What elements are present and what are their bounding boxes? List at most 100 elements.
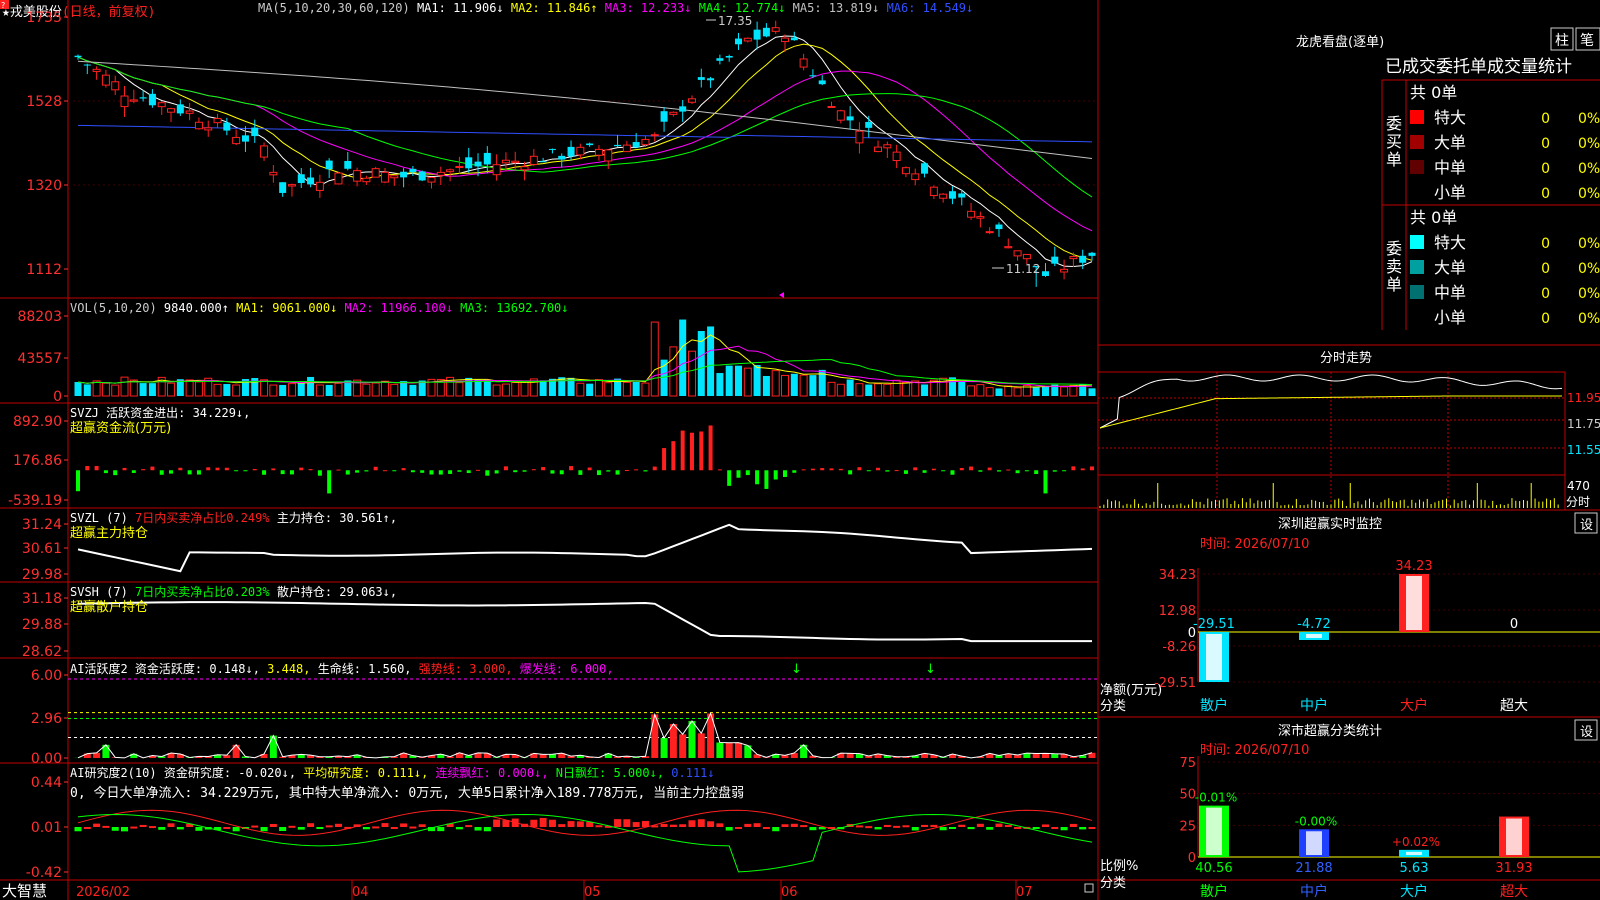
header-segment: 7日内买卖净占比0.249% (135, 510, 277, 525)
corner-badge[interactable]: ? (1, 1, 5, 10)
svzj-bar (699, 431, 704, 471)
sz-stats-title: 深市超赢分类统计 (1278, 723, 1382, 739)
dt-total: 共 0单 (1410, 83, 1457, 102)
research-bar (744, 823, 752, 827)
svzj-bar (345, 470, 350, 475)
research-bar (762, 827, 770, 829)
svzj-bar (820, 468, 825, 471)
volume-bar (650, 321, 659, 397)
candle-body (287, 184, 296, 187)
candle-body (344, 160, 352, 169)
dt-row-count: 0 (1541, 186, 1550, 202)
dt-row-count: 0 (1541, 136, 1550, 152)
volume-bar (213, 383, 222, 397)
svzj-bar (466, 470, 471, 474)
dt-side-label-char: 卖 (1386, 257, 1402, 276)
svzj-bar (1024, 470, 1029, 472)
candle-body (483, 152, 491, 165)
dt-row-count: 0 (1541, 161, 1550, 177)
research-bar (632, 822, 640, 827)
candle-body (865, 121, 873, 128)
svzj-bar (1043, 470, 1048, 494)
research-bar (474, 827, 482, 831)
dt-total: 共 0单 (1410, 208, 1457, 227)
svzj-bar (801, 469, 806, 471)
svzj-bar (857, 467, 862, 471)
research-bar (372, 826, 380, 829)
candle-body (390, 175, 399, 179)
volume-bar (120, 376, 129, 397)
volume-bar (129, 379, 138, 397)
header-segment: 0.111↓ (671, 766, 714, 780)
research-bar (855, 825, 863, 828)
research-bar (390, 827, 398, 829)
svzj-bar (1080, 468, 1085, 471)
svzj-bar (708, 425, 713, 471)
candle-body (520, 166, 529, 171)
candle-body (241, 135, 249, 142)
sz-stats-category: 散户 (1200, 883, 1228, 900)
header-segment: VOL(5,10,20) (70, 301, 164, 315)
intraday-price-lo: 11.55 (1567, 443, 1600, 457)
research-bar (232, 827, 240, 832)
brand-label: 大智慧 (2, 882, 47, 900)
vol-header: VOL(5,10,20) 9840.000↑ MA1: 9061.000↓ MA… (70, 301, 569, 315)
research-bar (111, 827, 119, 831)
svzj-bar (978, 470, 983, 472)
volume-bar (846, 379, 854, 396)
candle-body (455, 166, 464, 169)
svzj-bar (643, 470, 648, 472)
candle-body (380, 171, 389, 183)
volume-bar (743, 367, 752, 397)
svzj-bar (624, 469, 629, 471)
research-bar (586, 822, 594, 827)
svzj-bar (271, 468, 276, 471)
candle-body (269, 171, 278, 176)
research-bar (679, 824, 687, 827)
dt-row-label: 大单 (1434, 133, 1466, 152)
ai-research-header: AI研究度2(10) 资金研究度: -0.020↓, 平均研究度: 0.111↓… (70, 765, 715, 780)
research-bar (883, 824, 891, 827)
svzj-bar (652, 466, 657, 471)
activity-bar (679, 734, 687, 758)
candle-body (474, 161, 482, 167)
candle-body (641, 138, 650, 146)
research-bar (74, 827, 82, 832)
candle-body (1041, 271, 1049, 276)
candle-body (223, 122, 231, 131)
candle-body (1088, 252, 1096, 256)
research-bar (874, 827, 882, 830)
candle-body (771, 27, 780, 32)
svzj-bar (457, 470, 462, 472)
volume-bar (594, 379, 603, 397)
volume-bar (101, 382, 110, 397)
svsh-subtitle: 超赢散户持仓 (70, 599, 148, 615)
volume-bar (901, 381, 910, 397)
svzj-bar (736, 470, 741, 478)
volume-bar (771, 370, 780, 397)
candle-body (539, 161, 547, 163)
intraday-vol-unit: 分时 (1566, 495, 1590, 509)
svzj-bar (550, 470, 555, 474)
candle-body (194, 121, 203, 130)
research-bar (1079, 827, 1087, 830)
research-bar (418, 824, 426, 827)
svzj-bar (541, 467, 546, 471)
sz-stats-category: 超大 (1500, 884, 1528, 900)
svzj-bar (103, 470, 108, 474)
candle-body (120, 95, 129, 108)
candle-body (939, 193, 948, 199)
svsh-header: SVSH (7) 7日内买卖净占比0.203% 散户持仓: 29.063↓, (70, 584, 397, 599)
svzj-bar (299, 467, 304, 471)
activity-bar (539, 754, 547, 758)
candle-body (501, 159, 510, 164)
candle-body (297, 174, 305, 183)
volume-bar (576, 382, 585, 397)
dt-side-label-char: 单 (1386, 150, 1402, 169)
sz-stats-settings-label: 设 (1580, 725, 1593, 740)
svzj-bar (596, 470, 601, 476)
sz-stats-value-label: 5.63 (1400, 861, 1429, 876)
candle-body (418, 171, 426, 181)
svzj-bar (448, 470, 453, 474)
research-bar (911, 827, 919, 831)
